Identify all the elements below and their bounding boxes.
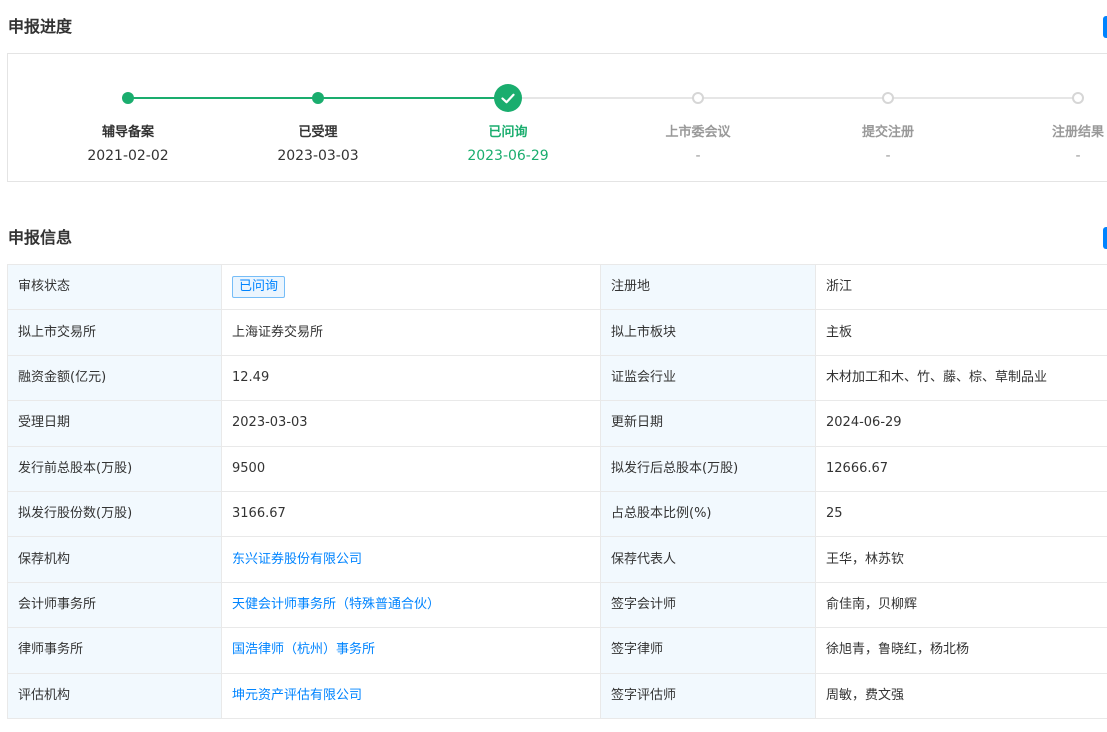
step-done-dot-icon (122, 92, 134, 104)
field-value: 已问询 (221, 263, 601, 311)
field-value: 2024-06-29 (815, 400, 1107, 447)
field-label: 签字会计师 (600, 581, 816, 629)
field-label: 拟上市交易所 (7, 309, 222, 356)
field-label: 会计师事务所 (7, 581, 222, 629)
field-label: 保荐代表人 (600, 536, 816, 583)
table-row: 评估机构 坤元资产评估有限公司 签字评估师 周敏，费文强 (7, 672, 1107, 719)
step-done-dot-icon (312, 92, 324, 104)
info-table: 审核状态 已问询 注册地 浙江 拟上市交易所 上海证券交易所 拟上市板块 主板 融资金额(亿元)… (7, 263, 1107, 719)
progress-steps-panel: 辅导备案 2021-02-02 已受理 2023-03-03 已问询 2023-06-29… (7, 53, 1107, 182)
progress-expand-button[interactable] (1103, 16, 1107, 38)
table-row: 融资金额(亿元) 12.49 证监会行业 木材加工和木、竹、藤、棕、草制品业 (7, 354, 1107, 402)
step-date: - (695, 148, 701, 164)
table-row: 保荐机构 东兴证券股份有限公司 保荐代表人 王华，林苏钦 (7, 536, 1107, 583)
field-label: 拟上市板块 (600, 309, 816, 356)
field-label: 占总股本比例(%) (600, 490, 816, 538)
step-pending-dot-icon (882, 92, 894, 104)
field-value: 25 (815, 490, 1107, 538)
step-name: 已问询 (488, 125, 528, 140)
info-section-title: 申报信息 (8, 228, 73, 247)
field-value: 12666.67 (815, 445, 1107, 492)
field-value: 东兴证券股份有限公司 (221, 536, 601, 583)
step-date: 2021-02-02 (87, 148, 169, 164)
field-label: 更新日期 (600, 400, 816, 447)
table-row: 审核状态 已问询 注册地 浙江 (7, 263, 1107, 311)
institution-link[interactable]: 天健会计师事务所（特殊普通合伙） (232, 597, 440, 612)
field-value: 2023-03-03 (221, 400, 601, 447)
field-value: 3166.67 (221, 490, 601, 538)
field-value: 12.49 (221, 354, 601, 402)
step-name: 上市委会议 (665, 125, 731, 140)
field-label: 保荐机构 (7, 536, 222, 583)
table-row: 受理日期 2023-03-03 更新日期 2024-06-29 (7, 400, 1107, 447)
field-label: 注册地 (600, 263, 816, 311)
step-name: 提交注册 (861, 125, 914, 140)
field-label: 拟发行股份数(万股) (7, 490, 222, 538)
field-value: 王华，林苏钦 (815, 536, 1107, 583)
field-value: 浙江 (815, 263, 1107, 311)
step-date: 2023-03-03 (277, 148, 359, 164)
table-row: 律师事务所 国浩律师（杭州）事务所 签字律师 徐旭青，鲁晓红，杨北杨 (7, 627, 1107, 674)
table-row: 拟发行股份数(万股) 3166.67 占总股本比例(%) 25 (7, 490, 1107, 538)
progress-track-pending (508, 97, 1078, 99)
institution-link[interactable]: 国浩律师（杭州）事务所 (232, 642, 375, 657)
step-date: - (1075, 148, 1081, 164)
field-value: 俞佳南，贝柳辉 (815, 581, 1107, 629)
field-label: 签字律师 (600, 627, 816, 674)
field-value: 国浩律师（杭州）事务所 (221, 627, 601, 674)
step-date: 2023-06-29 (467, 148, 549, 164)
step-name: 已受理 (298, 125, 338, 140)
field-label: 证监会行业 (600, 354, 816, 402)
step-name: 注册结果 (1051, 125, 1104, 140)
field-label: 律师事务所 (7, 627, 222, 674)
field-label: 评估机构 (7, 672, 222, 719)
check-icon (501, 93, 515, 103)
field-value: 周敏，费文强 (815, 672, 1107, 719)
field-label: 拟发行后总股本(万股) (600, 445, 816, 492)
status-badge: 已问询 (232, 276, 286, 299)
table-row: 拟上市交易所 上海证券交易所 拟上市板块 主板 (7, 309, 1107, 356)
table-row: 会计师事务所 天健会计师事务所（特殊普通合伙） 签字会计师 俞佳南，贝柳辉 (7, 581, 1107, 629)
institution-link[interactable]: 坤元资产评估有限公司 (232, 688, 362, 703)
field-value: 天健会计师事务所（特殊普通合伙） (221, 581, 601, 629)
field-value: 木材加工和木、竹、藤、棕、草制品业 (815, 354, 1107, 402)
field-label: 发行前总股本(万股) (7, 445, 222, 492)
field-value: 9500 (221, 445, 601, 492)
table-row: 发行前总股本(万股) 9500 拟发行后总股本(万股) 12666.67 (7, 445, 1107, 492)
field-value: 徐旭青，鲁晓红，杨北杨 (815, 627, 1107, 674)
step-pending-dot-icon (692, 92, 704, 104)
step-name: 辅导备案 (101, 125, 154, 140)
step-pending-dot-icon (1072, 92, 1084, 104)
field-label: 受理日期 (7, 400, 222, 447)
info-expand-button[interactable] (1103, 227, 1107, 249)
field-label: 融资金额(亿元) (7, 354, 222, 402)
institution-link[interactable]: 东兴证券股份有限公司 (232, 552, 362, 567)
field-label: 签字评估师 (600, 672, 816, 719)
progress-section-title: 申报进度 (8, 17, 73, 36)
field-value: 主板 (815, 309, 1107, 356)
field-value: 上海证券交易所 (221, 309, 601, 356)
step-date: - (885, 148, 891, 164)
check-circle-icon (494, 84, 522, 112)
field-label: 审核状态 (7, 263, 222, 311)
field-value: 坤元资产评估有限公司 (221, 672, 601, 719)
